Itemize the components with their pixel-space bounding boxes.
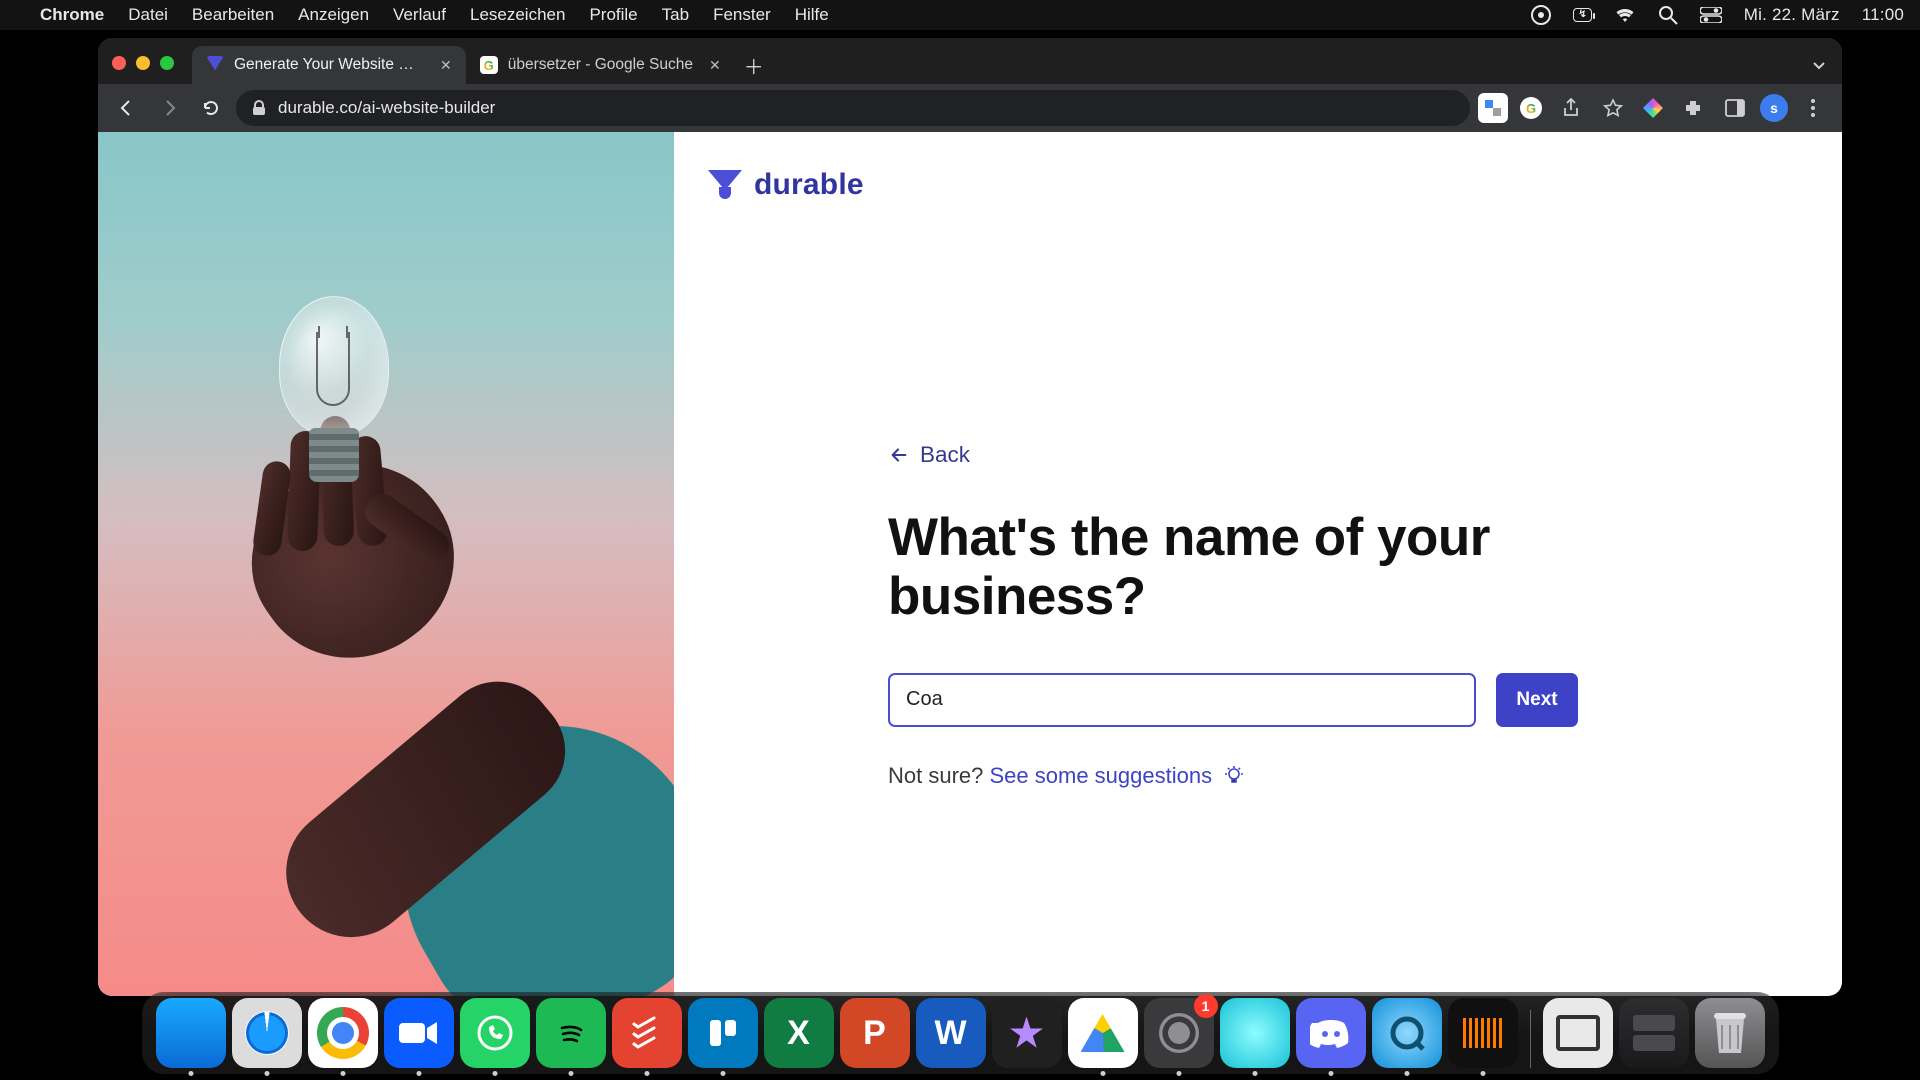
onboarding-panel: durable Back What's the name of your bus…	[674, 132, 1842, 996]
nav-reload-button[interactable]	[194, 91, 228, 125]
tab-favicon-durable	[206, 56, 224, 74]
lightbulb-icon	[264, 296, 404, 506]
lightbulb-small-icon	[1224, 765, 1244, 785]
brand-logo[interactable]: durable	[708, 168, 1842, 202]
dock-trash[interactable]	[1695, 998, 1765, 1068]
suggestions-prefix: Not sure?	[888, 763, 990, 788]
battery-status-icon[interactable]: ↯	[1573, 8, 1591, 22]
tab-title: übersetzer - Google Suche	[508, 56, 693, 74]
dock-app-capture[interactable]	[1543, 998, 1613, 1068]
wifi-icon[interactable]	[1614, 7, 1636, 23]
dock-app-excel[interactable]: X	[764, 998, 834, 1068]
tab-title: Generate Your Website with AI	[234, 56, 424, 74]
suggestions-line: Not sure? See some suggestions	[888, 763, 1578, 789]
nav-forward-button[interactable]	[152, 91, 186, 125]
dock-app-powerpoint[interactable]: P	[840, 998, 910, 1068]
spotlight-search-icon[interactable]	[1658, 5, 1678, 25]
dock-app-system-settings[interactable]: 1	[1144, 998, 1214, 1068]
address-bar[interactable]: durable.co/ai-website-builder	[236, 90, 1470, 126]
screen-record-icon[interactable]	[1531, 5, 1551, 25]
back-label: Back	[920, 442, 970, 468]
window-close-button[interactable]	[112, 56, 126, 70]
nav-back-button[interactable]	[110, 91, 144, 125]
hero-image	[98, 132, 674, 996]
tab-strip: Generate Your Website with AI ✕ G überse…	[98, 38, 1842, 84]
mac-menubar: Chrome Datei Bearbeiten Anzeigen Verlauf…	[0, 0, 1920, 30]
business-name-input[interactable]	[888, 673, 1476, 727]
share-icon[interactable]	[1554, 91, 1588, 125]
business-name-form: Back What's the name of your business? N…	[888, 442, 1578, 789]
desktop-background: Generate Your Website with AI ✕ G überse…	[0, 30, 1920, 1080]
menubar-app-name[interactable]: Chrome	[40, 5, 104, 25]
url-text: durable.co/ai-website-builder	[278, 98, 495, 118]
chrome-window: Generate Your Website with AI ✕ G überse…	[98, 38, 1842, 996]
dock-app-whatsapp[interactable]	[460, 998, 530, 1068]
hero-illustration	[244, 476, 674, 996]
new-tab-button[interactable]: ＋	[739, 50, 769, 80]
arrow-left-icon	[888, 444, 910, 466]
tab-close-icon[interactable]: ✕	[709, 57, 721, 74]
site-lock-icon[interactable]	[252, 100, 266, 116]
window-controls	[112, 56, 174, 70]
menu-profile[interactable]: Profile	[589, 5, 637, 25]
brand-name: durable	[754, 168, 864, 202]
see-suggestions-link[interactable]: See some suggestions	[990, 763, 1213, 788]
dock-app-teal[interactable]	[1220, 998, 1290, 1068]
control-center-icon[interactable]	[1700, 7, 1722, 23]
tab-close-icon[interactable]: ✕	[440, 57, 452, 74]
menu-hilfe[interactable]: Hilfe	[795, 5, 829, 25]
dock-app-audio[interactable]	[1448, 998, 1518, 1068]
profile-avatar[interactable]: s	[1760, 94, 1788, 122]
dock-app-todoist[interactable]	[612, 998, 682, 1068]
menu-anzeigen[interactable]: Anzeigen	[298, 5, 369, 25]
menu-datei[interactable]: Datei	[128, 5, 168, 25]
brand-mark-icon	[708, 170, 742, 200]
chrome-menu-icon[interactable]	[1796, 91, 1830, 125]
tabs-dropdown-icon[interactable]	[1810, 56, 1828, 74]
dock-app-trello[interactable]	[688, 998, 758, 1068]
window-fullscreen-button[interactable]	[160, 56, 174, 70]
dock-app-google-drive[interactable]	[1068, 998, 1138, 1068]
back-button[interactable]: Back	[888, 442, 1578, 468]
dock-app-finder[interactable]	[156, 998, 226, 1068]
dock-app-imovie[interactable]	[992, 998, 1062, 1068]
browser-toolbar: durable.co/ai-website-builder G s	[98, 84, 1842, 132]
settings-badge: 1	[1194, 994, 1218, 1018]
tab-google-search[interactable]: G übersetzer - Google Suche ✕	[466, 46, 735, 84]
dock-app-safari[interactable]	[232, 998, 302, 1068]
extension-translate-icon[interactable]	[1478, 93, 1508, 123]
bookmark-star-icon[interactable]	[1596, 91, 1630, 125]
page-viewport: durable Back What's the name of your bus…	[98, 132, 1842, 996]
dock-app-quicktime[interactable]	[1372, 998, 1442, 1068]
next-button[interactable]: Next	[1496, 673, 1578, 727]
menu-lesezeichen[interactable]: Lesezeichen	[470, 5, 565, 25]
window-minimize-button[interactable]	[136, 56, 150, 70]
dock-app-discord[interactable]	[1296, 998, 1366, 1068]
dock-app-word[interactable]: W	[916, 998, 986, 1068]
side-panel-icon[interactable]	[1718, 91, 1752, 125]
dock-app-spotify[interactable]	[536, 998, 606, 1068]
google-account-icon[interactable]: G	[1516, 93, 1546, 123]
tab-favicon-google: G	[480, 56, 498, 74]
dock-app-chrome[interactable]	[308, 998, 378, 1068]
menubar-date[interactable]: Mi. 22. März	[1744, 5, 1840, 25]
menu-tab[interactable]: Tab	[662, 5, 689, 25]
dock-app-folder[interactable]	[1619, 998, 1689, 1068]
menu-fenster[interactable]: Fenster	[713, 5, 771, 25]
tab-generate-website[interactable]: Generate Your Website with AI ✕	[192, 46, 466, 84]
extensions-puzzle-icon[interactable]	[1676, 91, 1710, 125]
menu-bearbeiten[interactable]: Bearbeiten	[192, 5, 274, 25]
dock-app-zoom[interactable]	[384, 998, 454, 1068]
page-heading: What's the name of your business?	[888, 508, 1578, 627]
menubar-time[interactable]: 11:00	[1862, 5, 1904, 25]
dock-divider	[1530, 1010, 1531, 1068]
menu-verlauf[interactable]: Verlauf	[393, 5, 446, 25]
extension-color-icon[interactable]	[1638, 93, 1668, 123]
dock: X P W 1	[0, 992, 1920, 1074]
